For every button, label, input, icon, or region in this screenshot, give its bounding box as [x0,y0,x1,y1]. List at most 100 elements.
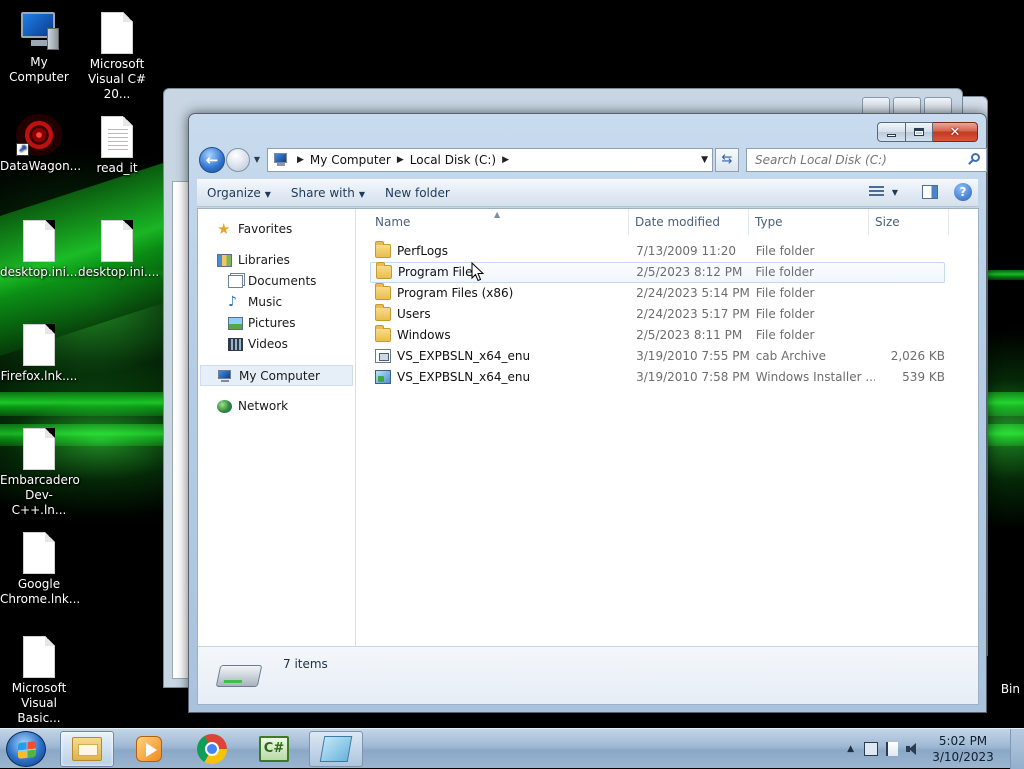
desktop-icon-dev-cpp[interactable]: Embarcadero Dev-C++.ln... [0,428,80,518]
folder-icon [375,283,391,300]
nav-item-music[interactable]: ♪ Music [198,292,355,313]
desktop-icon-my-computer[interactable]: My Computer [0,10,78,85]
file-row[interactable]: PerfLogs 7/13/2009 11:20 PM File folder [370,241,945,279]
breadcrumb-local-disk[interactable]: Local Disk (C:) [410,153,496,167]
taskbar-app-explorer[interactable] [60,731,114,767]
windows-explorer-icon [72,737,102,761]
desktop-icon-read-it[interactable]: read_it [78,116,156,176]
documents-icon [228,275,243,288]
close-icon: ✕ [949,124,961,140]
desktop-icon-desktop-ini-1[interactable]: desktop.ini.... [0,220,81,280]
taskbar-app-visual-csharp[interactable]: C# [247,731,301,767]
nav-item-libraries[interactable]: Libraries [198,250,355,271]
nav-item-pictures[interactable]: Pictures [198,313,355,334]
nav-item-my-computer[interactable]: My Computer [200,365,353,386]
file-row[interactable]: VS_EXPBSLN_x64_enu 3/19/2010 7:58 PM Win… [370,367,945,388]
breadcrumb-separator-icon[interactable]: ▶ [391,155,410,165]
computer-icon [19,10,59,52]
desktop-icon-desktop-ini-2[interactable]: desktop.ini.... [78,220,159,280]
file-row[interactable]: VS_EXPBSLN_x64_enu 3/19/2010 7:55 PM cab… [370,346,945,367]
breadcrumb-my-computer[interactable]: My Computer [310,153,391,167]
breadcrumb-separator-icon[interactable]: ▶ [291,155,310,165]
address-bar[interactable]: ▶ My Computer ▶ Local Disk (C:) ▶ ▼ [267,148,713,172]
search-icon[interactable] [967,152,982,167]
cab-archive-icon [375,349,391,363]
navigation-pane: ★ Favorites Libraries Documents ♪ Music … [198,209,356,646]
desktop-icon-label: read_it [96,161,138,175]
network-tray-icon[interactable] [864,742,878,756]
desktop-icon-visual-basic[interactable]: Microsoft Visual Basic... [0,636,78,726]
file-name: Program Files (x86) [397,286,514,300]
document-icon [23,220,55,262]
organize-button[interactable]: Organize ▼ [197,182,281,204]
preview-pane-icon[interactable] [922,185,938,199]
forward-arrow-icon: → [232,152,244,167]
file-list: ▲ Name Date modified Type Size PerfLogs … [357,209,978,646]
change-view-icon[interactable] [868,186,884,198]
notepad-icon [319,736,353,762]
taskbar-app-notepad[interactable] [309,731,363,767]
file-name: Windows [397,328,451,342]
column-header-type[interactable]: Type [749,209,869,235]
desktop-icon-chrome[interactable]: Google Chrome.lnk... [0,532,80,607]
nav-item-documents[interactable]: Documents [198,271,355,292]
file-row[interactable]: Program Files (x86) 2/24/2023 5:14 PM Fi… [370,283,945,304]
file-row[interactable]: Users 2/24/2023 5:17 PM File folder [370,304,945,325]
volume-icon[interactable] [906,742,920,756]
column-header-size[interactable]: Size [869,209,949,235]
file-date: 2/5/2023 8:12 PM [636,265,743,279]
file-name: VS_EXPBSLN_x64_enu [397,370,531,384]
clock-time: 5:02 PM [938,734,988,748]
chevron-down-icon[interactable]: ▼ [892,188,898,197]
installer-icon [375,370,391,384]
start-button[interactable] [6,731,46,767]
search-input[interactable] [753,150,963,170]
star-icon: ★ [217,220,231,238]
nav-item-network[interactable]: Network [198,396,355,417]
address-dropdown-icon[interactable]: ▼ [701,155,708,165]
desktop-icon-label: Microsoft Visual Basic... [11,681,67,725]
nav-item-label: Network [238,399,289,413]
nav-item-videos[interactable]: Videos [198,334,355,355]
desktop-icon-visual-csharp[interactable]: Microsoft Visual C# 20... [78,12,156,102]
file-date: 2/24/2023 5:14 PM [636,286,750,300]
chevron-down-icon: ▼ [264,189,271,199]
file-size [875,304,945,325]
mouse-cursor-icon [471,262,485,282]
show-hidden-icons-icon[interactable]: ▲ [847,744,854,754]
breadcrumb-separator-icon[interactable]: ▶ [496,155,515,165]
file-name: Program Files [398,265,479,279]
nav-item-favorites[interactable]: ★ Favorites [198,219,355,240]
refresh-button[interactable]: ⇆ [715,148,739,172]
new-folder-button[interactable]: New folder [375,182,460,204]
taskbar-app-media-player[interactable] [122,731,176,767]
help-icon[interactable]: ? [954,183,972,201]
close-button[interactable]: ✕ [933,122,978,142]
action-center-flag-icon[interactable] [886,742,898,756]
back-button[interactable]: ← [199,147,225,173]
maximize-icon [914,128,924,136]
maximize-button[interactable] [906,122,933,142]
forward-button[interactable]: → [226,148,250,172]
desktop-icon-datawagon[interactable]: ↗ DataWagon... [0,114,81,174]
search-box[interactable] [746,148,987,172]
document-icon [101,220,133,262]
document-icon [23,324,55,366]
column-header-name[interactable]: ▲ Name [357,209,629,235]
desktop-icon-label: Firefox.lnk.... [0,369,78,383]
minimize-button[interactable] [877,122,906,142]
file-row[interactable]: Program Files 2/5/2023 8:12 PM File fold… [370,262,945,283]
file-type: File folder [755,328,815,342]
show-desktop-button[interactable] [1010,729,1024,769]
document-icon [23,636,55,678]
file-type: File folder [755,265,815,279]
column-header-date-modified[interactable]: Date modified [629,209,749,235]
videos-icon [228,338,243,351]
desktop-icon-firefox[interactable]: Firefox.lnk.... [0,324,78,384]
taskbar-app-chrome[interactable] [185,731,239,767]
share-with-button[interactable]: Share with ▼ [281,182,375,204]
recent-pages-button[interactable]: ▼ [252,154,262,166]
visual-csharp-icon: C# [259,736,289,762]
clock[interactable]: 5:02 PM 3/10/2023 [928,733,998,765]
file-row[interactable]: Windows 2/5/2023 8:11 PM File folder [370,325,945,346]
